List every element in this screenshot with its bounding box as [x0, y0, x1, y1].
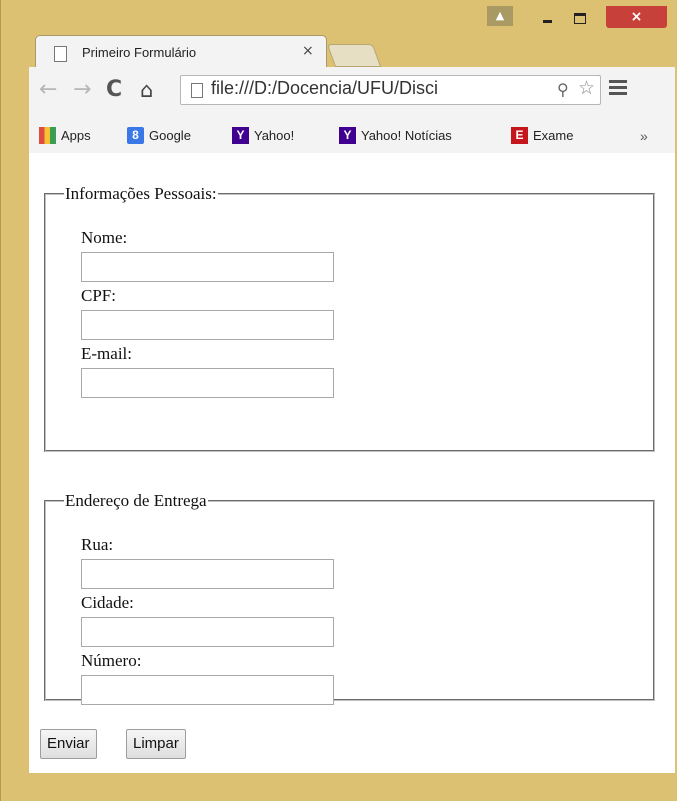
- page-icon: [191, 83, 203, 98]
- apps-grid-icon: [39, 127, 56, 144]
- cidade-label: Cidade:: [81, 593, 134, 612]
- back-arrow-icon[interactable]: ←: [39, 77, 57, 102]
- cpf-label: CPF:: [81, 286, 116, 305]
- bookmark-label: Yahoo! Notícias: [361, 128, 452, 143]
- google-icon: 8: [127, 127, 144, 144]
- yahoo-icon: Y: [232, 127, 249, 144]
- bookmark-google[interactable]: 8 Google: [127, 127, 191, 144]
- cidade-input[interactable]: [81, 617, 334, 647]
- bookmark-label: Apps: [61, 128, 91, 143]
- bookmark-label: Exame: [533, 128, 574, 143]
- bookmarks-more-icon[interactable]: »: [640, 128, 648, 144]
- bookmarks-bar: Apps 8 Google Y Yahoo! Y Yahoo! Notícias…: [29, 121, 675, 154]
- personal-info-fieldset: Informações Pessoais: Nome: CPF: E-mail:: [44, 184, 655, 452]
- bookmark-exame[interactable]: E Exame: [511, 127, 573, 144]
- bookmark-yahoo-noticias[interactable]: Y Yahoo! Notícias: [339, 127, 452, 144]
- window-bottom-frame: [29, 773, 675, 801]
- window-close-button[interactable]: ×: [606, 6, 667, 28]
- numero-input[interactable]: [81, 675, 334, 705]
- browser-toolbar: ← → C ⌂ file:///D:/Docencia/UFU/Disci ⚲ …: [29, 67, 675, 123]
- reload-icon[interactable]: C: [106, 77, 122, 102]
- forward-arrow-icon[interactable]: →: [73, 77, 91, 102]
- limpar-button[interactable]: Limpar: [126, 729, 186, 759]
- yahoo-icon: Y: [339, 127, 356, 144]
- bookmark-apps[interactable]: Apps: [39, 127, 91, 144]
- new-tab-button[interactable]: [326, 44, 382, 67]
- email-label: E-mail:: [81, 344, 132, 363]
- page-icon: [54, 46, 67, 62]
- bookmark-label: Google: [149, 128, 191, 143]
- browser-window: ▲ × Primeiro Formulário × ← → C ⌂ file:/…: [0, 0, 677, 801]
- menu-icon[interactable]: [609, 80, 627, 98]
- nome-label: Nome:: [81, 228, 128, 247]
- user-icon: ▲: [495, 9, 505, 22]
- bookmark-yahoo[interactable]: Y Yahoo!: [232, 127, 294, 144]
- home-icon[interactable]: ⌂: [140, 78, 153, 102]
- tab-title: Primeiro Formulário: [82, 45, 197, 60]
- cpf-input[interactable]: [81, 310, 334, 340]
- search-icon[interactable]: ⚲: [557, 80, 569, 99]
- tab-primeiro-formulario[interactable]: Primeiro Formulário ×: [35, 35, 327, 69]
- delivery-address-legend: Endereço de Entrega: [65, 491, 207, 510]
- address-bar[interactable]: file:///D:/Docencia/UFU/Disci ⚲ ☆: [180, 75, 601, 105]
- nome-input[interactable]: [81, 252, 334, 282]
- rua-input[interactable]: [81, 559, 334, 589]
- numero-label: Número:: [81, 651, 142, 670]
- user-profile-button[interactable]: ▲: [487, 6, 513, 26]
- personal-info-legend: Informações Pessoais:: [65, 184, 217, 203]
- page-content: Informações Pessoais: Nome: CPF: E-mail:…: [29, 153, 675, 773]
- bookmark-star-icon[interactable]: ☆: [578, 77, 595, 99]
- bookmark-label: Yahoo!: [254, 128, 295, 143]
- url-text[interactable]: file:///D:/Docencia/UFU/Disci: [211, 78, 438, 99]
- maximize-button[interactable]: [566, 8, 592, 26]
- enviar-button[interactable]: Enviar: [40, 729, 97, 759]
- exame-icon: E: [511, 127, 528, 144]
- rua-label: Rua:: [81, 535, 114, 554]
- delivery-address-fieldset: Endereço de Entrega Rua: Cidade: Número:: [44, 491, 655, 705]
- minimize-button[interactable]: [534, 8, 560, 26]
- email-input[interactable]: [81, 368, 334, 398]
- tab-close-icon[interactable]: ×: [302, 43, 314, 59]
